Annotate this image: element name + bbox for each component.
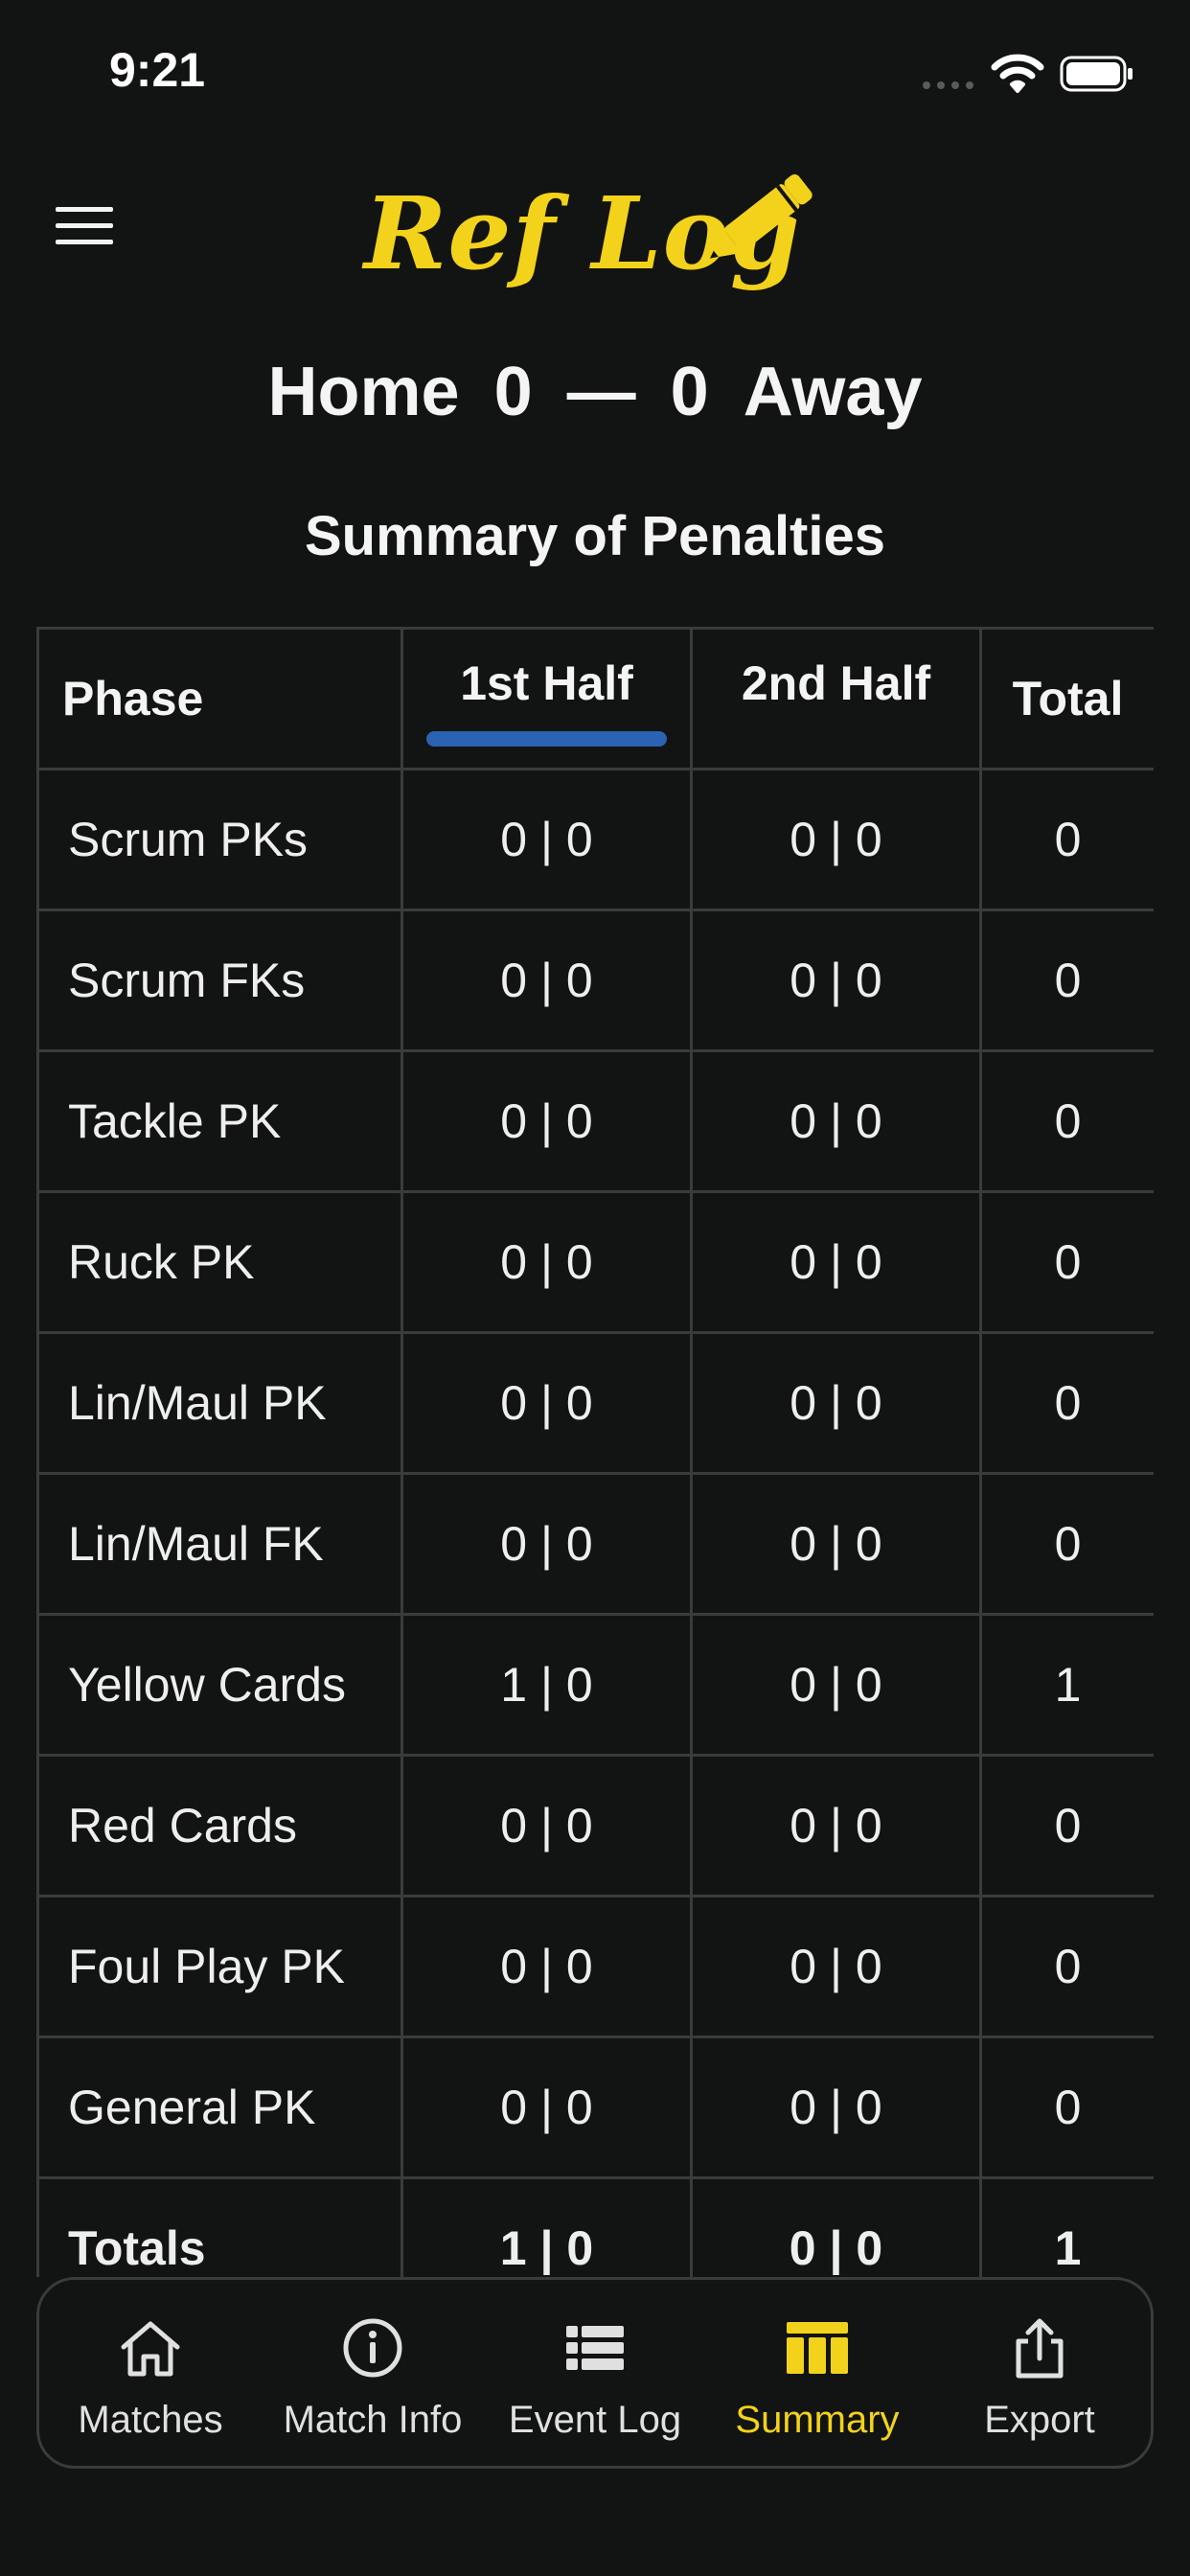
table-row: Scrum PKs 0 | 0 0 | 0 0 (36, 768, 1154, 911)
table-icon (787, 2322, 848, 2374)
table-row: Ruck PK 0 | 0 0 | 0 0 (36, 1190, 1154, 1334)
row-second-half: 0 | 0 (690, 1472, 982, 1616)
tab-first-half-label: 1st Half (460, 656, 633, 710)
row-second-half: 0 | 0 (690, 1895, 982, 2038)
nav-export[interactable]: Export (928, 2280, 1151, 2466)
row-phase: Red Cards (36, 1754, 403, 1898)
table-row: Red Cards 0 | 0 0 | 0 0 (36, 1754, 1154, 1898)
nav-summary[interactable]: Summary (706, 2280, 928, 2466)
table-header-row: Phase 1st Half 2nd Half Total (36, 627, 1154, 770)
row-second-half: 0 | 0 (690, 1754, 982, 1898)
row-first-half: 0 | 0 (400, 1049, 693, 1193)
tab-second-half-label: 2nd Half (741, 656, 931, 710)
table-row: Scrum FKs 0 | 0 0 | 0 0 (36, 908, 1154, 1052)
app-logo: Ref Log (364, 153, 824, 307)
row-total: 0 (979, 1049, 1154, 1193)
row-first-half: 0 | 0 (400, 1331, 693, 1475)
active-tab-indicator (426, 731, 667, 747)
info-circle-icon (343, 2318, 402, 2378)
row-total: 0 (979, 1472, 1154, 1616)
home-icon (121, 2321, 180, 2377)
row-first-half: 0 | 0 (400, 1895, 693, 2038)
nav-matches[interactable]: Matches (39, 2280, 262, 2466)
table-row: Lin/Maul FK 0 | 0 0 | 0 0 (36, 1472, 1154, 1616)
row-total: 0 (979, 1190, 1154, 1334)
table-row: Tackle PK 0 | 0 0 | 0 0 (36, 1049, 1154, 1193)
row-first-half: 1 | 0 (400, 1613, 693, 1757)
table-row: Yellow Cards 1 | 0 0 | 0 1 (36, 1613, 1154, 1757)
row-phase: Lin/Maul PK (36, 1331, 403, 1475)
battery-icon (1060, 56, 1133, 92)
list-icon (566, 2326, 624, 2370)
home-team-label: Home (267, 354, 460, 430)
nav-event-log-label: Event Log (508, 2399, 682, 2441)
penalty-summary-table-container[interactable]: Phase 1st Half 2nd Half Total Scrum PKs … (36, 627, 1154, 2277)
row-phase: Ruck PK (36, 1190, 403, 1334)
wifi-icon (991, 54, 1044, 93)
row-phase: General PK (36, 2036, 403, 2179)
cellular-signal-icon (923, 81, 973, 89)
row-phase: Foul Play PK (36, 1895, 403, 2038)
nav-match-info[interactable]: Match Info (262, 2280, 484, 2466)
table-row: Lin/Maul PK 0 | 0 0 | 0 0 (36, 1331, 1154, 1475)
tab-first-half[interactable]: 1st Half (400, 627, 693, 770)
score-separator: — (566, 354, 636, 430)
row-second-half: 0 | 0 (690, 908, 982, 1052)
totals-first-half: 1 | 0 (400, 2176, 693, 2277)
nav-event-log[interactable]: Event Log (484, 2280, 706, 2466)
row-first-half: 0 | 0 (400, 1754, 693, 1898)
row-phase: Yellow Cards (36, 1613, 403, 1757)
away-score: 0 (670, 354, 709, 430)
row-total: 1 (979, 1613, 1154, 1757)
row-phase: Lin/Maul FK (36, 1472, 403, 1616)
row-phase: Scrum PKs (36, 768, 403, 911)
bottom-navigation: Matches Match Info Event Log Summary Exp… (36, 2277, 1154, 2469)
row-total: 0 (979, 908, 1154, 1052)
away-team-label: Away (743, 354, 923, 430)
row-first-half: 0 | 0 (400, 1190, 693, 1334)
header-phase: Phase (36, 627, 403, 770)
totals-second-half: 0 | 0 (690, 2176, 982, 2277)
row-second-half: 0 | 0 (690, 1190, 982, 1334)
row-phase: Tackle PK (36, 1049, 403, 1193)
totals-total: 1 (979, 2176, 1154, 2277)
row-second-half: 0 | 0 (690, 1331, 982, 1475)
row-total: 0 (979, 2036, 1154, 2179)
row-second-half: 0 | 0 (690, 2036, 982, 2179)
row-second-half: 0 | 0 (690, 1613, 982, 1757)
status-bar: 9:21 (0, 0, 1190, 144)
nav-matches-label: Matches (78, 2399, 223, 2441)
section-title: Summary of Penalties (305, 505, 885, 567)
row-first-half: 0 | 0 (400, 1472, 693, 1616)
row-total: 0 (979, 1754, 1154, 1898)
row-total: 0 (979, 768, 1154, 911)
nav-export-label: Export (984, 2399, 1095, 2441)
home-score: 0 (493, 354, 533, 430)
penalty-summary-table: Phase 1st Half 2nd Half Total Scrum PKs … (36, 627, 1154, 2277)
row-total: 0 (979, 1895, 1154, 2038)
share-icon (1016, 2318, 1064, 2379)
hamburger-menu-icon[interactable] (56, 205, 113, 247)
nav-match-info-label: Match Info (283, 2399, 463, 2441)
pencil-icon (709, 173, 812, 259)
totals-row: Totals 1 | 0 0 | 0 1 (36, 2176, 1154, 2277)
totals-label: Totals (36, 2176, 403, 2277)
row-total: 0 (979, 1331, 1154, 1475)
row-first-half: 0 | 0 (400, 2036, 693, 2179)
tab-second-half[interactable]: 2nd Half (690, 627, 982, 770)
row-second-half: 0 | 0 (690, 1049, 982, 1193)
table-row: General PK 0 | 0 0 | 0 0 (36, 2036, 1154, 2179)
header-total: Total (979, 627, 1154, 770)
table-row: Foul Play PK 0 | 0 0 | 0 0 (36, 1895, 1154, 2038)
status-time: 9:21 (109, 43, 206, 97)
row-first-half: 0 | 0 (400, 768, 693, 911)
row-phase: Scrum FKs (36, 908, 403, 1052)
scoreline: Home 0 — 0 Away (0, 353, 1190, 431)
nav-summary-label: Summary (735, 2399, 900, 2441)
row-second-half: 0 | 0 (690, 768, 982, 911)
row-first-half: 0 | 0 (400, 908, 693, 1052)
